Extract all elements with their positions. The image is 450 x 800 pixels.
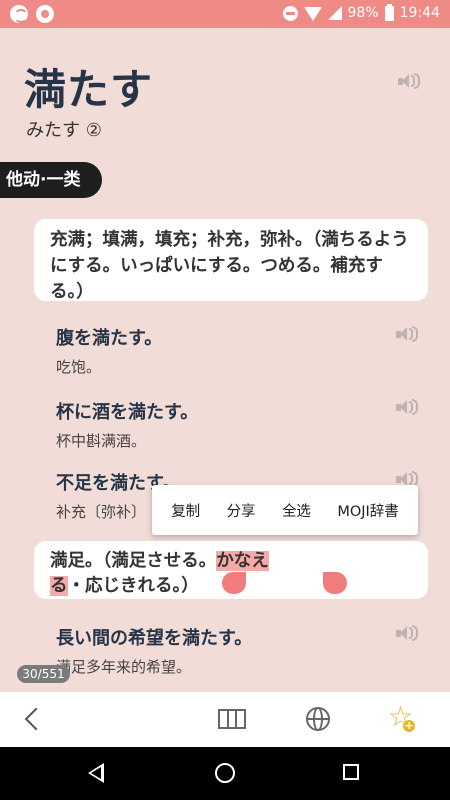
copy-menu-item[interactable]: 复制 [169, 500, 202, 521]
system-navigation-bar [0, 747, 450, 800]
sync-app-icon [10, 5, 28, 23]
example-japanese: 杯に酒を満たす。 [56, 402, 199, 423]
example-item[interactable]: 長い間の希望を満たす。 满足多年来的希望。 [56, 624, 396, 677]
globe-icon[interactable] [306, 707, 330, 731]
speaker-icon[interactable] [396, 399, 418, 415]
share-menu-item[interactable]: 分享 [225, 500, 258, 521]
text-selection-menu: 复制 分享 全选 MOJI辞書 [152, 485, 418, 535]
record-app-icon [36, 5, 54, 23]
signal-icon [327, 6, 342, 20]
plus-badge-icon: + [403, 719, 415, 732]
example-chinese: 满足多年来的希望。 [56, 658, 192, 676]
example-item[interactable]: 杯に酒を満たす。 杯中斟满酒。 [56, 398, 396, 451]
part-of-speech-tag: 他动·一类 [0, 162, 102, 198]
definition-text: ・応じきれる。） [67, 576, 199, 596]
do-not-disturb-icon [282, 5, 298, 21]
status-notifications [10, 5, 54, 23]
word-reading: みたす ② [26, 120, 102, 141]
example-chinese: 杯中斟满酒。 [56, 432, 147, 450]
clock: 19:44 [399, 5, 440, 21]
example-chinese: 吃饱。 [56, 358, 102, 376]
bottom-toolbar: ☆ + [0, 692, 450, 747]
battery-icon [384, 3, 394, 21]
selection-handle-start[interactable] [222, 572, 246, 594]
example-japanese: 長い間の希望を満たす。 [56, 628, 253, 649]
nav-recents-icon[interactable] [343, 764, 359, 780]
example-item[interactable]: 腹を満たす。 吃饱。 [56, 324, 396, 377]
example-japanese: 腹を満たす。 [56, 328, 163, 349]
selection-handle-end[interactable] [323, 572, 347, 594]
word-title: 満たす [24, 65, 154, 114]
select-all-menu-item[interactable]: 全选 [280, 500, 313, 521]
speaker-icon[interactable] [396, 326, 418, 342]
speaker-icon[interactable] [396, 625, 418, 641]
status-system: 98% 19:44 [282, 3, 440, 21]
wifi-icon [303, 7, 322, 21]
moji-dictionary-menu-item[interactable]: MOJI辞書 [335, 500, 400, 521]
nav-back-icon[interactable] [88, 763, 104, 783]
definition-text: 満足。（満足させる。 [50, 551, 217, 571]
chevron-left-icon[interactable] [24, 708, 40, 730]
entry-counter: 30/551 [17, 665, 70, 683]
status-bar: 98% 19:44 [0, 0, 450, 28]
nav-home-icon[interactable] [215, 763, 235, 783]
battery-percent: 98% [347, 5, 379, 21]
map-icon[interactable] [218, 709, 246, 729]
definition-card[interactable]: 充满；填满，填充；补充，弥补。（満ちるようにする。いっぱいにする。つめる。補充す… [34, 219, 428, 302]
speaker-icon[interactable] [398, 73, 420, 89]
